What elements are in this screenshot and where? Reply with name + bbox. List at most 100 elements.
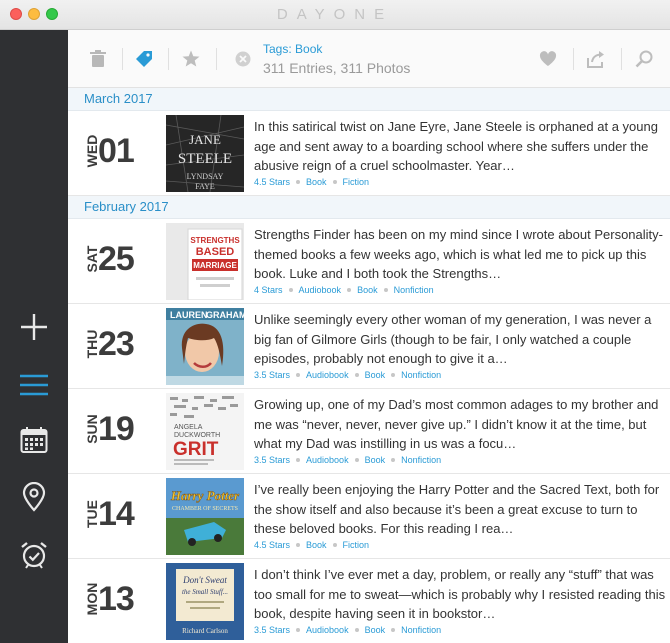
app-window: DAYONE Tags: Book 311 Entries, 311 Photo…: [0, 0, 670, 643]
alarm-clock-icon: [21, 542, 47, 569]
entry-tags: 3.5 Stars Audiobook Book Nonfiction: [254, 455, 441, 465]
entry-excerpt: I don’t think I’ve ever met a day, probl…: [254, 567, 666, 621]
share-icon: [587, 51, 604, 68]
svg-text:LAUREN: LAUREN: [170, 310, 208, 320]
month-header: March 2017: [68, 88, 670, 111]
tag-label[interactable]: 4.5 Stars: [254, 540, 290, 550]
entry-photo: ANGELA DUCKWORTH GRIT: [166, 393, 244, 470]
starred-filter-button[interactable]: [180, 48, 202, 70]
new-entry-button[interactable]: [14, 307, 54, 347]
tag-label[interactable]: Audiobook: [306, 370, 349, 380]
entry-day: 13: [98, 580, 135, 618]
tag-label[interactable]: Nonfiction: [401, 455, 441, 465]
tag-label[interactable]: 4.5 Stars: [254, 177, 290, 187]
clear-circle-icon: [235, 51, 251, 67]
svg-text:GRAHAM: GRAHAM: [206, 310, 244, 320]
month-header: February 2017: [68, 196, 670, 219]
tag-label[interactable]: Book: [365, 370, 386, 380]
tag-label[interactable]: Fiction: [343, 177, 370, 187]
active-tag-filter: Tags: Book: [263, 42, 323, 56]
entry-row[interactable]: WED 01 JANE STEELE LYNDSAY FAYE In this …: [68, 111, 670, 196]
tags-filter-button[interactable]: [133, 48, 155, 70]
sidebar-item-calendar[interactable]: [14, 420, 54, 460]
tag-label[interactable]: 3.5 Stars: [254, 455, 290, 465]
svg-text:MARRIAGE: MARRIAGE: [193, 261, 237, 270]
svg-text:BASED: BASED: [196, 246, 235, 258]
tag-label[interactable]: Book: [365, 455, 386, 465]
share-button[interactable]: [585, 48, 607, 70]
toolbar-divider: [122, 48, 123, 70]
title-bar: DAYONE: [0, 0, 670, 30]
toolbar: Tags: Book 311 Entries, 311 Photos: [68, 30, 670, 88]
entry-day: 25: [98, 240, 135, 278]
favorite-button[interactable]: [537, 48, 559, 70]
toolbar-divider: [168, 48, 169, 70]
list-icon: [20, 374, 48, 396]
svg-text:STRENGTHS: STRENGTHS: [190, 236, 240, 245]
tag-label[interactable]: Book: [365, 625, 386, 635]
sidebar-item-reminders[interactable]: [14, 535, 54, 575]
entry-photo: JANE STEELE LYNDSAY FAYE: [166, 115, 244, 192]
entry-list[interactable]: March 2017 WED 01 JANE STEELE LYNDSAY FA…: [68, 88, 670, 643]
tag-label[interactable]: Nonfiction: [401, 625, 441, 635]
heart-icon: [539, 51, 557, 66]
entry-counts: 311 Entries, 311 Photos: [263, 60, 411, 76]
sidebar-item-map[interactable]: [14, 477, 54, 517]
entry-row[interactable]: THU 23 LAUREN GRAHAM Unlike seemingly ev…: [68, 304, 670, 389]
app-title: DAYONE: [276, 6, 394, 23]
entry-tags: 3.5 Stars Audiobook Book Nonfiction: [254, 625, 441, 635]
entry-photo: LAUREN GRAHAM: [166, 308, 244, 385]
tag-label[interactable]: 3.5 Stars: [254, 370, 290, 380]
svg-text:the Small Stuff...: the Small Stuff...: [182, 588, 228, 596]
entry-tags: 4.5 Stars Book Fiction: [254, 177, 369, 187]
entry-row[interactable]: SAT 25 STRENGTHS BASED MARRIAGE Strength…: [68, 219, 670, 304]
sidebar-item-list[interactable]: [14, 365, 54, 405]
tag-label[interactable]: Book: [306, 177, 327, 187]
trash-icon: [90, 50, 106, 67]
trash-button[interactable]: [87, 48, 109, 70]
svg-text:Richard Carlson: Richard Carlson: [182, 627, 228, 635]
svg-text:GRIT: GRIT: [173, 439, 219, 460]
entry-tags: 3.5 Stars Audiobook Book Nonfiction: [254, 370, 441, 380]
tag-label[interactable]: Book: [357, 285, 378, 295]
toolbar-divider: [216, 48, 217, 70]
svg-text:DUCKWORTH: DUCKWORTH: [174, 432, 220, 439]
entry-excerpt: Unlike seemingly every other woman of my…: [254, 312, 652, 366]
tag-label[interactable]: Audiobook: [306, 455, 349, 465]
clear-filter-button[interactable]: [232, 48, 254, 70]
svg-text:Don't Sweat: Don't Sweat: [182, 575, 227, 585]
tag-label[interactable]: Nonfiction: [394, 285, 434, 295]
entry-excerpt: Growing up, one of my Dad’s most common …: [254, 397, 659, 451]
entry-photo: Don't Sweat the Small Stuff... Richard C…: [166, 563, 244, 640]
svg-text:LYNDSAY: LYNDSAY: [187, 172, 224, 181]
tag-label[interactable]: 3.5 Stars: [254, 625, 290, 635]
entry-day: 23: [98, 325, 135, 363]
svg-text:Harry Potter: Harry Potter: [170, 488, 240, 503]
search-icon: [635, 50, 653, 68]
entry-row[interactable]: TUE 14 Harry Potter CHAMBER OF SECRETS I…: [68, 474, 670, 559]
entry-day: 14: [98, 495, 135, 533]
calendar-icon: [20, 427, 48, 453]
tag-label[interactable]: Fiction: [343, 540, 370, 550]
tag-label[interactable]: Nonfiction: [401, 370, 441, 380]
plus-icon: [21, 314, 47, 340]
entry-excerpt: Strengths Finder has been on my mind sin…: [254, 227, 663, 281]
entry-row[interactable]: SUN 19 ANGELA DUCKWORTH GRIT Growing up,…: [68, 389, 670, 474]
entry-row[interactable]: MON 13 Don't Sweat the Small Stuff... Ri…: [68, 559, 670, 643]
search-button[interactable]: [633, 48, 655, 70]
tag-label[interactable]: Audiobook: [299, 285, 342, 295]
tag-label[interactable]: Book: [306, 540, 327, 550]
entry-photo: STRENGTHS BASED MARRIAGE: [166, 223, 244, 300]
svg-text:CHAMBER OF SECRETS: CHAMBER OF SECRETS: [172, 506, 238, 512]
svg-text:STEELE: STEELE: [178, 151, 232, 167]
star-icon: [182, 50, 200, 67]
tag-icon: [136, 51, 152, 67]
entry-excerpt: I’ve really been enjoying the Harry Pott…: [254, 482, 660, 536]
entry-photo: Harry Potter CHAMBER OF SECRETS: [166, 478, 244, 555]
toolbar-divider: [621, 48, 622, 70]
entry-day: 19: [98, 410, 135, 448]
tag-label[interactable]: 4 Stars: [254, 285, 283, 295]
map-pin-icon: [22, 482, 46, 512]
sidebar: [0, 30, 68, 643]
tag-label[interactable]: Audiobook: [306, 625, 349, 635]
